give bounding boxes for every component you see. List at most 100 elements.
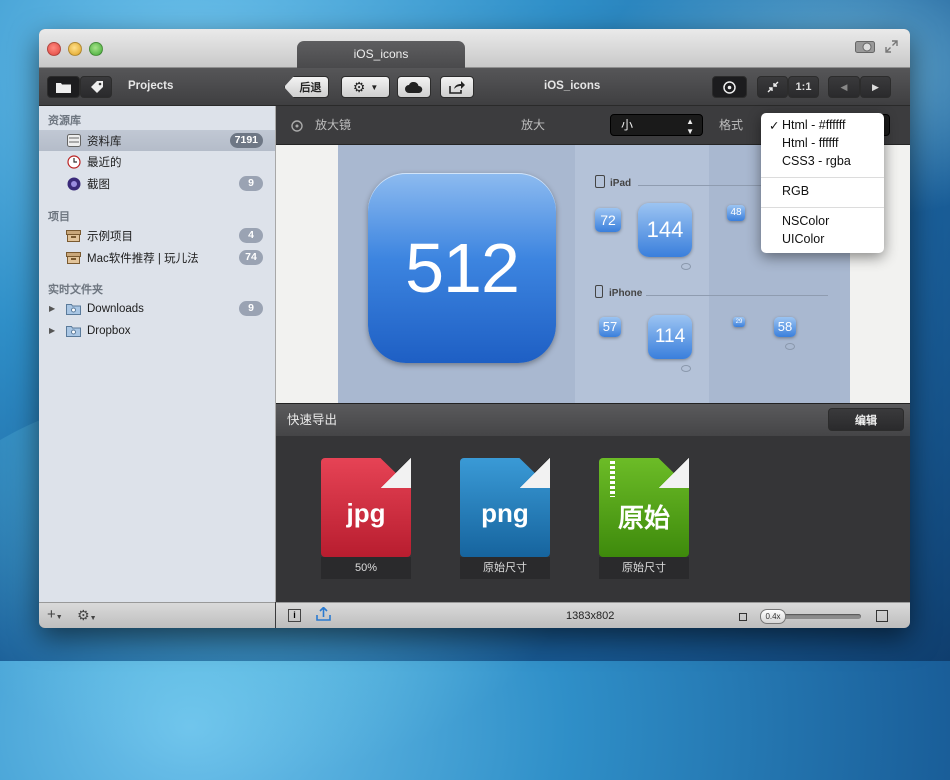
zoom-label: 放大 [521,118,546,132]
sidebar-item-label: Downloads [87,302,144,315]
add-icon[interactable]: +▼ [47,606,63,623]
camera-toggle-icon[interactable] [855,40,875,56]
export-original[interactable]: 原始 原始尺寸 [599,458,689,579]
projects-label[interactable]: Projects [128,68,173,105]
next-button[interactable]: ▶ [860,76,891,98]
file-type-label: 原始 [617,503,670,533]
ipad-icon-48: 48 [727,205,745,221]
sidebar-item-label: 资料库 [87,135,122,148]
cloud-button[interactable] [397,76,431,98]
ipad-label: iPad [610,178,632,189]
sidebar-item-library[interactable]: 资料库 7191 [39,130,275,151]
tag-view-button[interactable] [80,76,112,98]
arrow-left-icon: ◀ [840,81,848,92]
sidebar-item-downloads[interactable]: ▶ Downloads 9 [39,298,275,319]
info-icon[interactable]: i [288,609,301,622]
export-jpg[interactable]: jpg 50% [321,458,411,579]
clock-icon [66,154,81,169]
gear-icon[interactable]: ⚙▼ [77,607,97,624]
menu-item-rgb[interactable]: RGB [782,184,809,198]
folder-icon [56,82,71,93]
sidebar-item-sample-project[interactable]: 示例项目 4 [39,225,275,246]
main-toolbar: Projects 后退 ⚙ ▼ iOS_icons 1:1 ◀ ▶ [39,68,910,106]
zoom-window-button[interactable] [89,42,103,56]
screenshot-icon [66,177,81,191]
menu-item-uicolor[interactable]: UIColor [782,232,824,246]
inspect-toggle-button[interactable] [712,76,747,98]
arrow-right-icon: ▶ [872,81,879,92]
export-png[interactable]: png 原始尺寸 [460,458,550,579]
tag-icon [90,80,103,93]
title-bar: iOS_icons [39,29,910,68]
sidebar: 资源库 资料库 7191 最近的 截图 9 项目 示例项目 4 Mac软件推荐 … [39,106,276,602]
count-badge: 9 [239,176,263,191]
zoom-out-icon[interactable] [739,613,747,621]
magnifier-icon[interactable] [291,119,303,137]
sidebar-item-dropbox[interactable]: ▶ Dropbox [39,320,275,341]
ipad-device-icon [595,175,605,188]
large-app-icon: 512 [368,173,556,363]
size-select[interactable]: 小 ▲ ▼ [610,114,703,136]
share-button[interactable] [440,76,474,98]
iphone-icon-57: 57 [599,317,621,337]
zoom-slider-knob[interactable]: 0.4x [760,609,786,624]
sidebar-item-screenshots[interactable]: 截图 9 [39,173,275,194]
zoom-in-icon[interactable] [876,610,888,622]
ipad-icon-72: 72 [595,208,621,232]
quick-export-panel: jpg 50% png 原始尺寸 原始 原始尺寸 [276,436,910,602]
folder-view-button[interactable] [47,76,80,98]
cloud-icon [405,81,423,93]
count-badge: 4 [239,228,263,243]
select-arrows-icon: ▲ ▼ [686,117,694,136]
format-dropdown-menu: ✓ Html - #ffffff Html - ffffff CSS3 - rg… [761,113,884,253]
sidebar-footer: +▼ ⚙▼ [39,602,275,628]
quick-export-title: 快速导出 [287,413,338,427]
menu-item-html-plain[interactable]: Html - ffffff [782,136,839,150]
ipad-icon-144: 144 [638,203,692,257]
settings-menu-button[interactable]: ⚙ ▼ [341,76,390,98]
window-title: iOS_icons [544,80,601,92]
back-button[interactable]: 后退 [284,76,329,98]
actual-size-button[interactable]: 1:1 [788,76,819,98]
section-title-library: 资源库 [48,115,81,127]
disclosure-triangle-icon[interactable]: ▶ [49,326,55,335]
image-dimensions: 1383x802 [566,610,615,622]
sidebar-item-label: 截图 [87,178,110,191]
edit-button[interactable]: 编辑 [828,408,904,431]
disclosure-triangle-icon[interactable]: ▶ [49,304,55,313]
minimize-window-button[interactable] [68,42,82,56]
menu-item-css3-rgba[interactable]: CSS3 - rgba [782,154,851,168]
iphone-icon-58: 58 [774,317,796,337]
previous-button[interactable]: ◀ [828,76,860,98]
iphone-device-icon [595,285,603,298]
iphone-label: iPhone [609,288,643,299]
window-controls [47,42,103,56]
file-type-label: jpg [346,498,386,528]
sidebar-item-mac-apps[interactable]: Mac软件推荐 | 玩儿法 74 [39,247,275,268]
menu-item-nscolor[interactable]: NSColor [782,214,829,228]
quick-export-header: 快速导出 编辑 [276,403,910,436]
target-icon [723,80,736,94]
iphone-icon-29: 29 [733,317,745,327]
chevron-down-icon: ▼ [370,82,379,92]
iphone-icon-114: 114 [648,315,692,359]
folder-icon [66,302,81,316]
sidebar-item-label: Dropbox [87,324,131,337]
fullscreen-icon[interactable] [885,40,898,56]
shrink-button[interactable] [757,76,788,98]
shrink-arrows-icon [767,81,778,93]
magnifier-label: 放大镜 [315,118,352,132]
count-badge: 7191 [229,133,263,148]
count-badge: 74 [239,250,263,265]
sidebar-item-recent[interactable]: 最近的 [39,151,275,172]
section-title-live-folders: 实时文件夹 [48,284,103,296]
upload-icon[interactable] [316,606,331,626]
gear-icon: ⚙ [352,78,366,95]
count-badge: 9 [239,301,263,316]
close-window-button[interactable] [47,42,61,56]
folder-icon [66,324,81,338]
status-bar: i 1383x802 0.4x [276,602,910,628]
document-tab[interactable]: iOS_icons [297,41,465,68]
format-label: 格式 [719,118,744,132]
menu-item-html-hash[interactable]: Html - #ffffff [782,118,845,132]
